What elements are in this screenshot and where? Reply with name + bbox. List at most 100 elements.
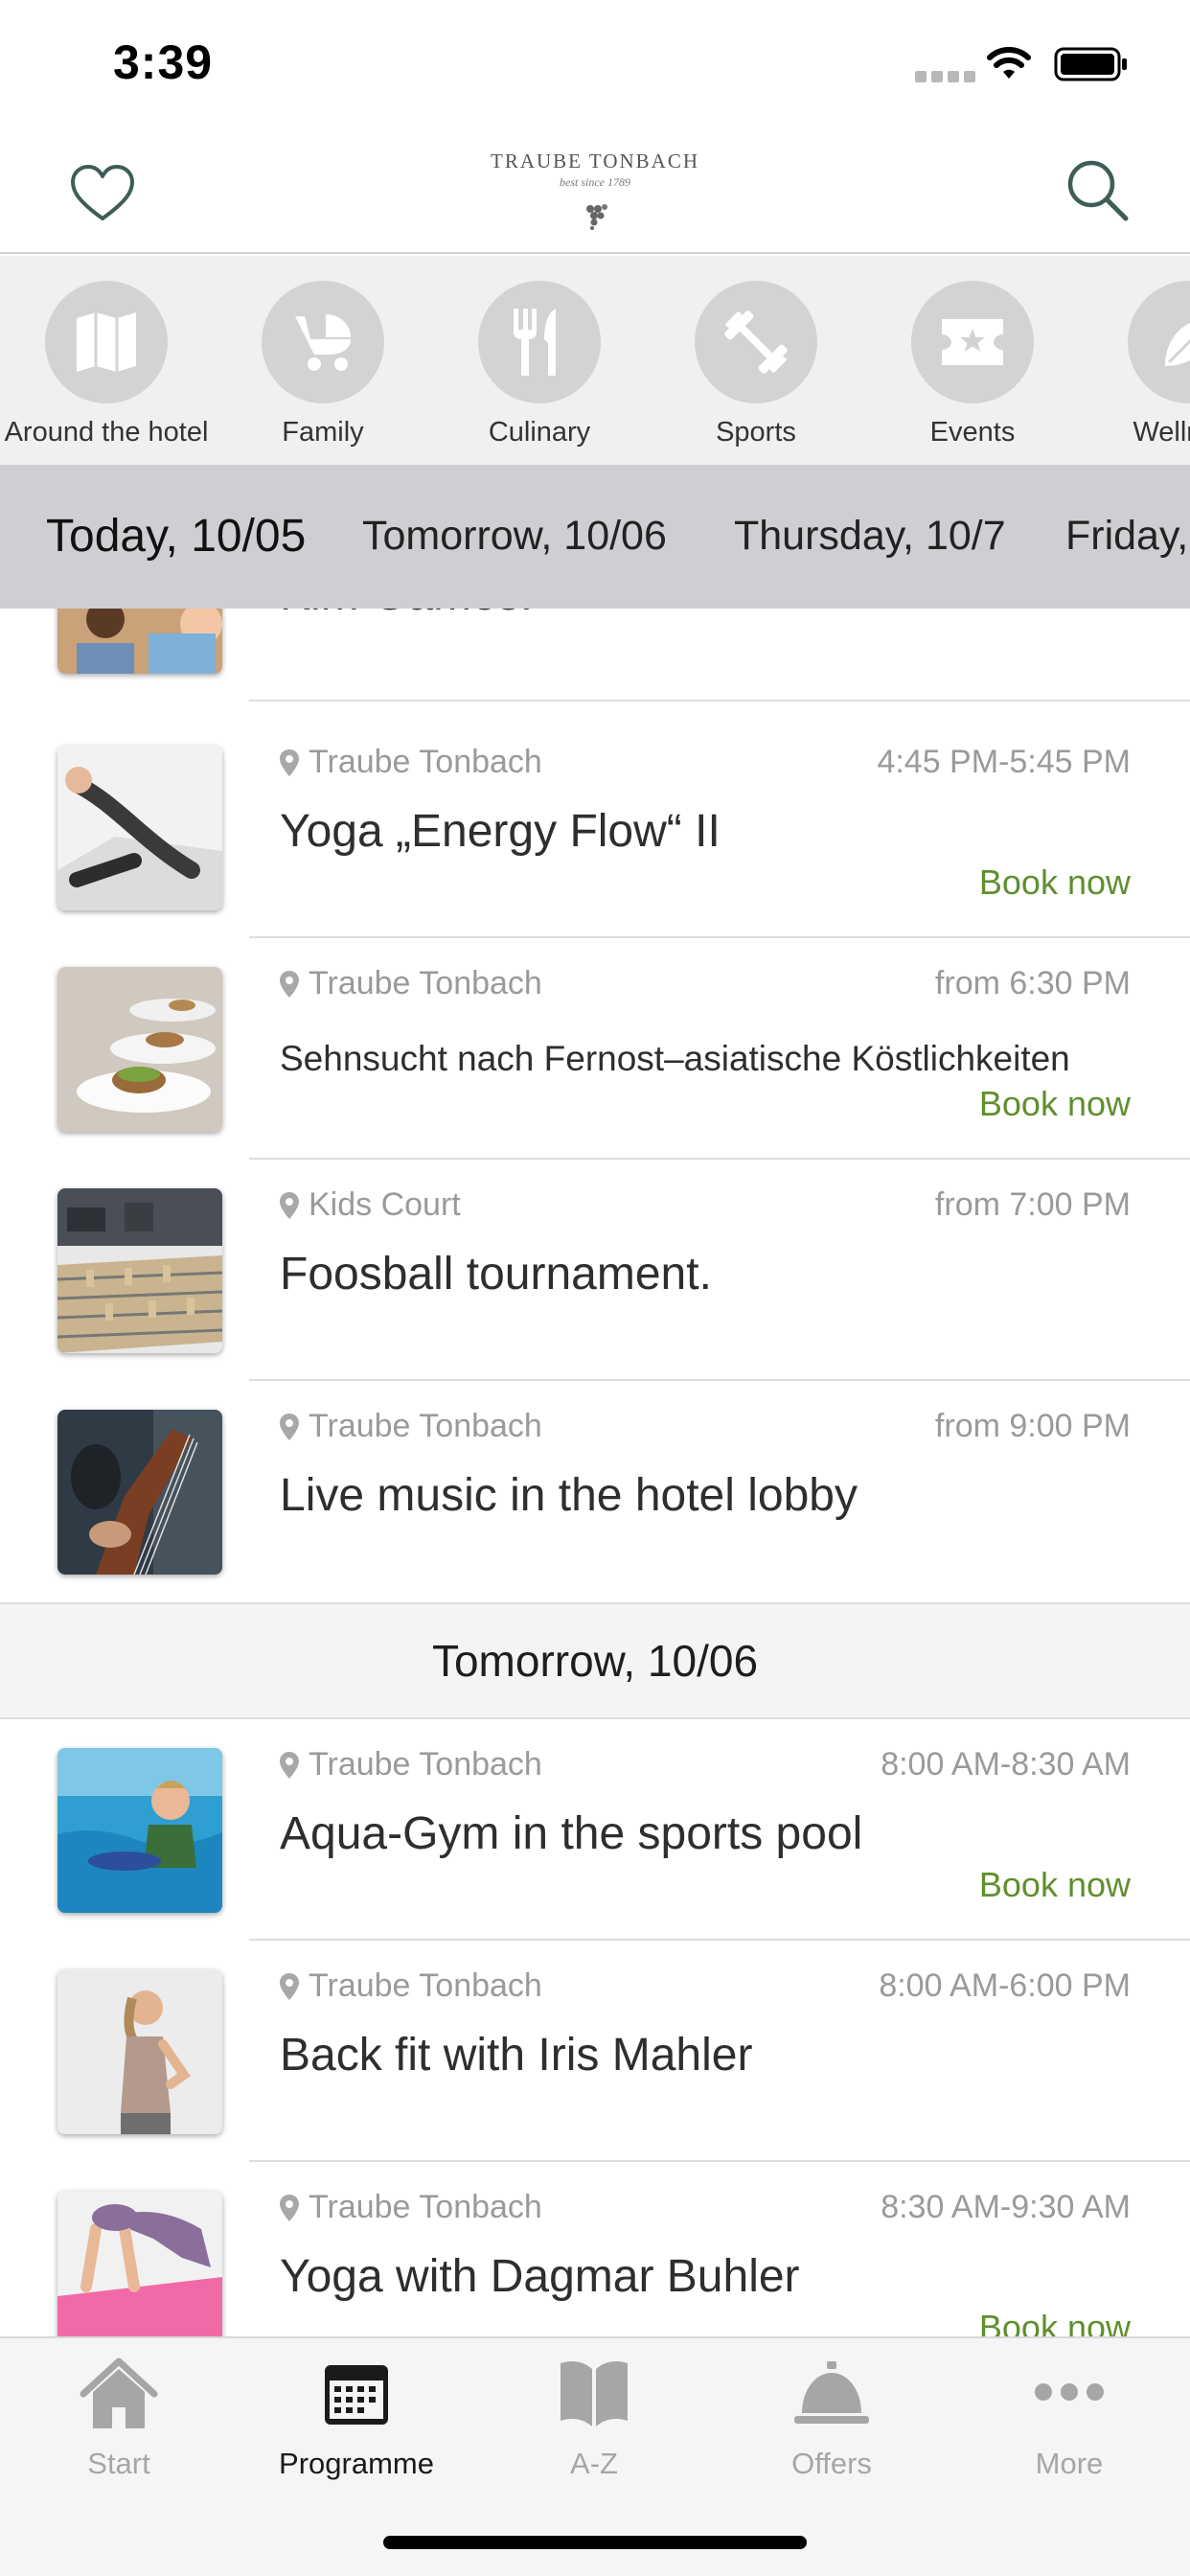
hotel-logo: TRAUBE TONBACH best since 1789 [479,136,711,242]
status-bar: 3:39 [0,0,1190,125]
event-location: Traube Tonbach [280,1746,542,1783]
event-location: Kids Court [280,1186,461,1224]
section-header-tomorrow: Tomorrow, 10/06 [0,1602,1190,1719]
category-label: Events [929,417,1016,448]
tab-offers[interactable]: Offers [713,2356,950,2481]
book-now-link[interactable]: Book now [979,1084,1131,1124]
search-icon[interactable] [1064,156,1131,223]
category-culinary[interactable]: Culinary [431,281,648,448]
category-around-the-hotel[interactable]: Around the hotel [0,281,215,448]
date-tab-bar[interactable]: Today, 10/05 Tomorrow, 10/06 Thursday, 1… [0,465,1190,609]
tab-start[interactable]: Start [0,2356,238,2481]
tab-programme[interactable]: Programme [238,2356,475,2481]
category-sports[interactable]: Sports [648,281,864,448]
event-title: Sehnsucht nach Fernost–asiatische Köstli… [280,1039,1070,1078]
event-time: 8:30 AM-9:30 AM [881,2189,1131,2225]
event-time: from 7:00 PM [934,1186,1131,1223]
ticket-star-icon [942,319,1003,365]
tab-label: A-Z [570,2447,618,2480]
date-tab-tomorrow[interactable]: Tomorrow, 10/06 [362,513,667,560]
event-time: from 9:00 PM [934,1408,1131,1444]
event-thumbnail [57,1188,222,1353]
location-pin-icon [280,1972,299,2000]
date-tab-today[interactable]: Today, 10/05 [46,510,306,563]
category-label: Culinary [488,417,591,448]
grape-icon [586,204,607,230]
category-events[interactable]: Events [864,281,1081,448]
event-thumbnail [57,1969,222,2134]
event-thumbnail [57,746,222,910]
location-text: Traube Tonbach [309,1967,542,2004]
event-location: Traube Tonbach [280,965,542,1002]
service-bell-icon [794,2361,869,2424]
location-text: Traube Tonbach [309,965,542,1001]
event-row[interactable]: Traube Tonbach 8:30 AM-9:30 AM Yoga with… [0,2162,1190,2336]
book-now-link[interactable]: Book now [979,2308,1131,2336]
app-header: TRAUBE TONBACH best since 1789 [0,125,1190,254]
location-pin-icon [280,1413,299,1440]
category-label: Wellness [1133,417,1190,448]
event-title: Back fit with Iris Mahler [280,2030,753,2081]
event-row[interactable]: Traube Tonbach 4:45 PM-5:45 PM Yoga „Ene… [0,717,1190,938]
book-now-link[interactable]: Book now [979,862,1131,903]
category-label: Family [282,417,364,448]
category-wellness[interactable]: Wellness [1081,281,1190,448]
tab-more[interactable]: More [950,2356,1188,2481]
event-location: Traube Tonbach [280,1408,542,1445]
event-title: Yoga with Dagmar Buhler [280,2251,800,2302]
event-title: Yoga „Energy Flow“ II [280,806,721,857]
location-text: Traube Tonbach [309,744,542,780]
event-thumbnail [57,609,222,674]
calendar-icon [325,2365,388,2425]
heart-outline-icon[interactable] [69,163,136,224]
date-tab-friday[interactable]: Friday, 10/8 [1065,513,1190,560]
event-thumbnail [57,2191,222,2336]
event-title: Kim Games. [280,609,533,621]
event-location: Traube Tonbach [280,1967,542,2005]
programme-list[interactable]: Kim Games. Traube Tonbach 4:45 PM-5:45 P… [0,609,1190,2336]
book-icon [561,2361,628,2426]
event-title: Foosball tournament. [280,1249,712,1300]
event-thumbnail [57,1410,222,1575]
location-text: Traube Tonbach [309,1408,542,1444]
event-thumbnail [57,967,222,1132]
event-time: 8:00 AM-8:30 AM [881,1746,1131,1782]
signal-icon [915,71,975,82]
event-thumbnail [57,1748,222,1913]
home-indicator[interactable] [383,2536,807,2549]
dumbbell-icon [724,310,788,374]
event-row[interactable]: Traube Tonbach 8:00 AM-6:00 PM Back fit … [0,1941,1190,2162]
event-row[interactable]: Kids Court from 7:00 PM Foosball tournam… [0,1160,1190,1381]
tab-label: Offers [791,2447,872,2480]
event-row[interactable]: Kim Games. [0,609,1190,702]
event-row[interactable]: Traube Tonbach from 6:30 PM Sehnsucht na… [0,938,1190,1160]
event-title: Live music in the hotel lobby [280,1470,858,1521]
logo-name: TRAUBE TONBACH [491,150,699,172]
category-label: Around the hotel [4,417,209,448]
location-text: Kids Court [309,1186,461,1223]
event-time: 8:00 AM-6:00 PM [879,1967,1131,2004]
fork-knife-icon [514,309,556,376]
location-pin-icon [280,970,299,998]
location-pin-icon [280,748,299,776]
event-row[interactable]: Traube Tonbach 8:00 AM-8:30 AM Aqua-Gym … [0,1719,1190,1941]
book-now-link[interactable]: Book now [979,1865,1131,1905]
wifi-icon [987,47,1031,79]
event-row[interactable]: Traube Tonbach from 9:00 PM Live music i… [0,1381,1190,1602]
tab-label: More [1035,2447,1104,2480]
tab-label: Programme [279,2447,434,2480]
location-pin-icon [280,1191,299,1219]
event-location: Traube Tonbach [280,744,542,781]
event-title: Aqua-Gym in the sports pool [280,1808,863,1859]
event-time: 4:45 PM-5:45 PM [877,744,1131,780]
battery-icon [1054,47,1127,81]
home-icon [80,2358,158,2428]
map-icon [77,312,136,372]
category-family[interactable]: Family [215,281,431,448]
date-tab-thursday[interactable]: Thursday, 10/7 [734,513,1006,560]
event-location: Traube Tonbach [280,2189,542,2226]
status-time: 3:39 [113,35,214,89]
category-scroller[interactable]: Around the hotel Family Culinary Sports … [0,256,1190,465]
tab-a-z[interactable]: A-Z [475,2356,713,2481]
more-dots-icon [1035,2383,1104,2401]
